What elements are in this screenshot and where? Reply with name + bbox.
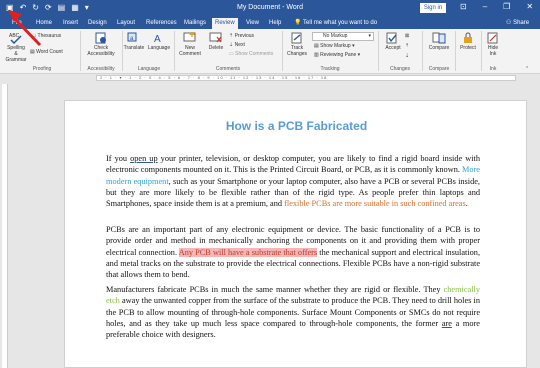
language-button[interactable]: A Language bbox=[146, 32, 172, 51]
group-divider bbox=[455, 31, 456, 71]
group-divider bbox=[174, 31, 175, 71]
minimize-icon[interactable]: – bbox=[483, 2, 487, 11]
orange-text: flexible PCBs are more suitable in such … bbox=[284, 199, 466, 209]
tab-help[interactable]: Help bbox=[266, 18, 284, 29]
chevron-down-icon: ▾ bbox=[357, 52, 361, 58]
document-page[interactable]: How is a PCB Fabricated If you open up y… bbox=[64, 100, 527, 368]
tab-view[interactable]: View bbox=[243, 18, 262, 29]
group-label-tracking: Tracking bbox=[320, 66, 340, 72]
new-comment-icon bbox=[183, 32, 196, 42]
check-accessibility-button[interactable]: Check Accessibility bbox=[84, 32, 118, 57]
reject-button[interactable]: ⊠ bbox=[405, 33, 409, 39]
underlined-text: open up bbox=[130, 154, 158, 163]
accept-icon bbox=[386, 32, 397, 44]
previous-comment-button[interactable]: ⇡ Previous bbox=[229, 33, 254, 39]
previous-change-button[interactable]: ⇡ bbox=[405, 43, 409, 49]
show-markup-icon: ▤ bbox=[314, 43, 319, 49]
previous-change-icon: ⇡ bbox=[405, 43, 410, 49]
new-comment-button[interactable]: New Comment bbox=[177, 32, 203, 57]
window-controls: ⊡ – ❐ ✕ bbox=[460, 2, 533, 11]
lightbulb-icon: 💡 bbox=[294, 20, 302, 26]
svg-text:A: A bbox=[154, 34, 161, 44]
sign-in-button[interactable]: Sign in bbox=[420, 3, 446, 13]
delete-comment-button[interactable]: Delete bbox=[205, 32, 227, 51]
tab-design[interactable]: Design bbox=[85, 18, 110, 29]
group-label-comments: Comments bbox=[215, 66, 241, 72]
document-title: My Document - Word bbox=[237, 4, 303, 11]
title-bar: ▣ ↶ ↻ ⟳ ▤ ▦ ▾ My Document - Word Sign in… bbox=[0, 0, 540, 16]
person-icon: ⚇ bbox=[506, 20, 512, 26]
next-comment-button[interactable]: ⇣ Next bbox=[229, 42, 245, 48]
group-divider bbox=[481, 31, 482, 71]
delete-comment-icon bbox=[209, 32, 222, 43]
group-divider bbox=[422, 31, 423, 71]
language-icon: A bbox=[154, 34, 161, 44]
compare-icon bbox=[432, 32, 446, 44]
tell-me-box[interactable]: 💡 Tell me what you want to do bbox=[294, 18, 377, 29]
group-label-language: Language bbox=[137, 66, 161, 72]
paragraph-3[interactable]: Manufacturers fabricate PCBs in much the… bbox=[106, 284, 480, 340]
markup-select[interactable]: No Markup ▾ bbox=[312, 32, 374, 41]
reviewing-pane-button[interactable]: ▥ Reviewing Pane ▾ bbox=[314, 52, 360, 58]
ruler-numbers: 2 · 1 · ▾ · 1 · 2 · 3 · 4 · 5 · 6 · 7 · … bbox=[100, 75, 328, 80]
translate-button[interactable]: a Translate bbox=[122, 32, 146, 51]
share-button[interactable]: ⚇ Share bbox=[506, 18, 529, 29]
next-change-button[interactable]: ⇣ bbox=[405, 53, 409, 59]
paragraph-2[interactable]: PCBs are an important part of any electr… bbox=[106, 224, 480, 280]
show-markup-button[interactable]: ▤ Show Markup ▾ bbox=[314, 43, 355, 49]
track-changes-icon bbox=[291, 32, 302, 44]
chevron-down-icon: ▾ bbox=[368, 33, 371, 39]
tab-mailings[interactable]: Mailings bbox=[181, 18, 209, 29]
tab-layout[interactable]: Layout bbox=[114, 18, 138, 29]
hide-ink-icon bbox=[487, 32, 498, 44]
hide-ink-button[interactable]: Hide Ink bbox=[483, 32, 503, 57]
highlighted-text: Any PCB will have a substrate that offer… bbox=[178, 247, 318, 257]
reviewing-pane-icon: ▥ bbox=[314, 52, 319, 58]
translate-icon: a bbox=[127, 32, 137, 42]
horizontal-ruler: 2 · 1 · ▾ · 1 · 2 · 3 · 4 · 5 · 6 · 7 · … bbox=[0, 74, 540, 82]
accessibility-icon bbox=[95, 32, 106, 44]
group-divider bbox=[378, 31, 379, 71]
reject-icon: ⊠ bbox=[405, 33, 410, 39]
group-label-changes: Changes bbox=[389, 66, 410, 72]
document-heading: How is a PCB Fabricated bbox=[225, 119, 368, 133]
restore-icon[interactable]: ❐ bbox=[503, 2, 510, 11]
paragraph-1[interactable]: If you open up your printer, television,… bbox=[106, 153, 480, 209]
tab-references[interactable]: References bbox=[143, 18, 180, 29]
track-changes-button[interactable]: Track Changes bbox=[284, 32, 310, 57]
group-label-compare: Compare bbox=[428, 66, 450, 72]
review-ribbon: ABC Spelling & Grammar 📖 Thesaurus ▤ Wor… bbox=[0, 29, 540, 74]
underlined-text: are bbox=[441, 318, 452, 328]
group-label-ink: Ink bbox=[489, 66, 497, 72]
chevron-down-icon: ▾ bbox=[352, 43, 355, 49]
close-icon[interactable]: ✕ bbox=[526, 2, 533, 11]
group-divider bbox=[282, 31, 283, 71]
collapse-ribbon-icon[interactable]: ⌃ bbox=[525, 66, 529, 72]
group-label-accessibility: Accessibility bbox=[87, 66, 115, 72]
group-divider bbox=[80, 31, 81, 71]
vertical-ruler bbox=[2, 84, 8, 368]
next-icon: ⇣ bbox=[229, 42, 234, 48]
previous-icon: ⇡ bbox=[229, 33, 234, 39]
tab-review[interactable]: Review bbox=[212, 18, 238, 29]
next-change-icon: ⇣ bbox=[405, 53, 410, 59]
annotation-arrow bbox=[8, 10, 42, 47]
tab-insert[interactable]: Insert bbox=[60, 18, 81, 29]
ribbon-display-icon[interactable]: ⊡ bbox=[460, 2, 467, 11]
accept-button[interactable]: Accept bbox=[381, 32, 405, 51]
compare-button[interactable]: Compare bbox=[425, 32, 453, 51]
lock-icon bbox=[464, 32, 472, 43]
show-comments-button[interactable]: ▭ Show Comments bbox=[229, 51, 273, 57]
protect-button[interactable]: Protect bbox=[457, 32, 479, 51]
ribbon-tabs: File Home Insert Design Layout Reference… bbox=[0, 16, 540, 29]
show-comments-icon: ▭ bbox=[229, 51, 234, 57]
